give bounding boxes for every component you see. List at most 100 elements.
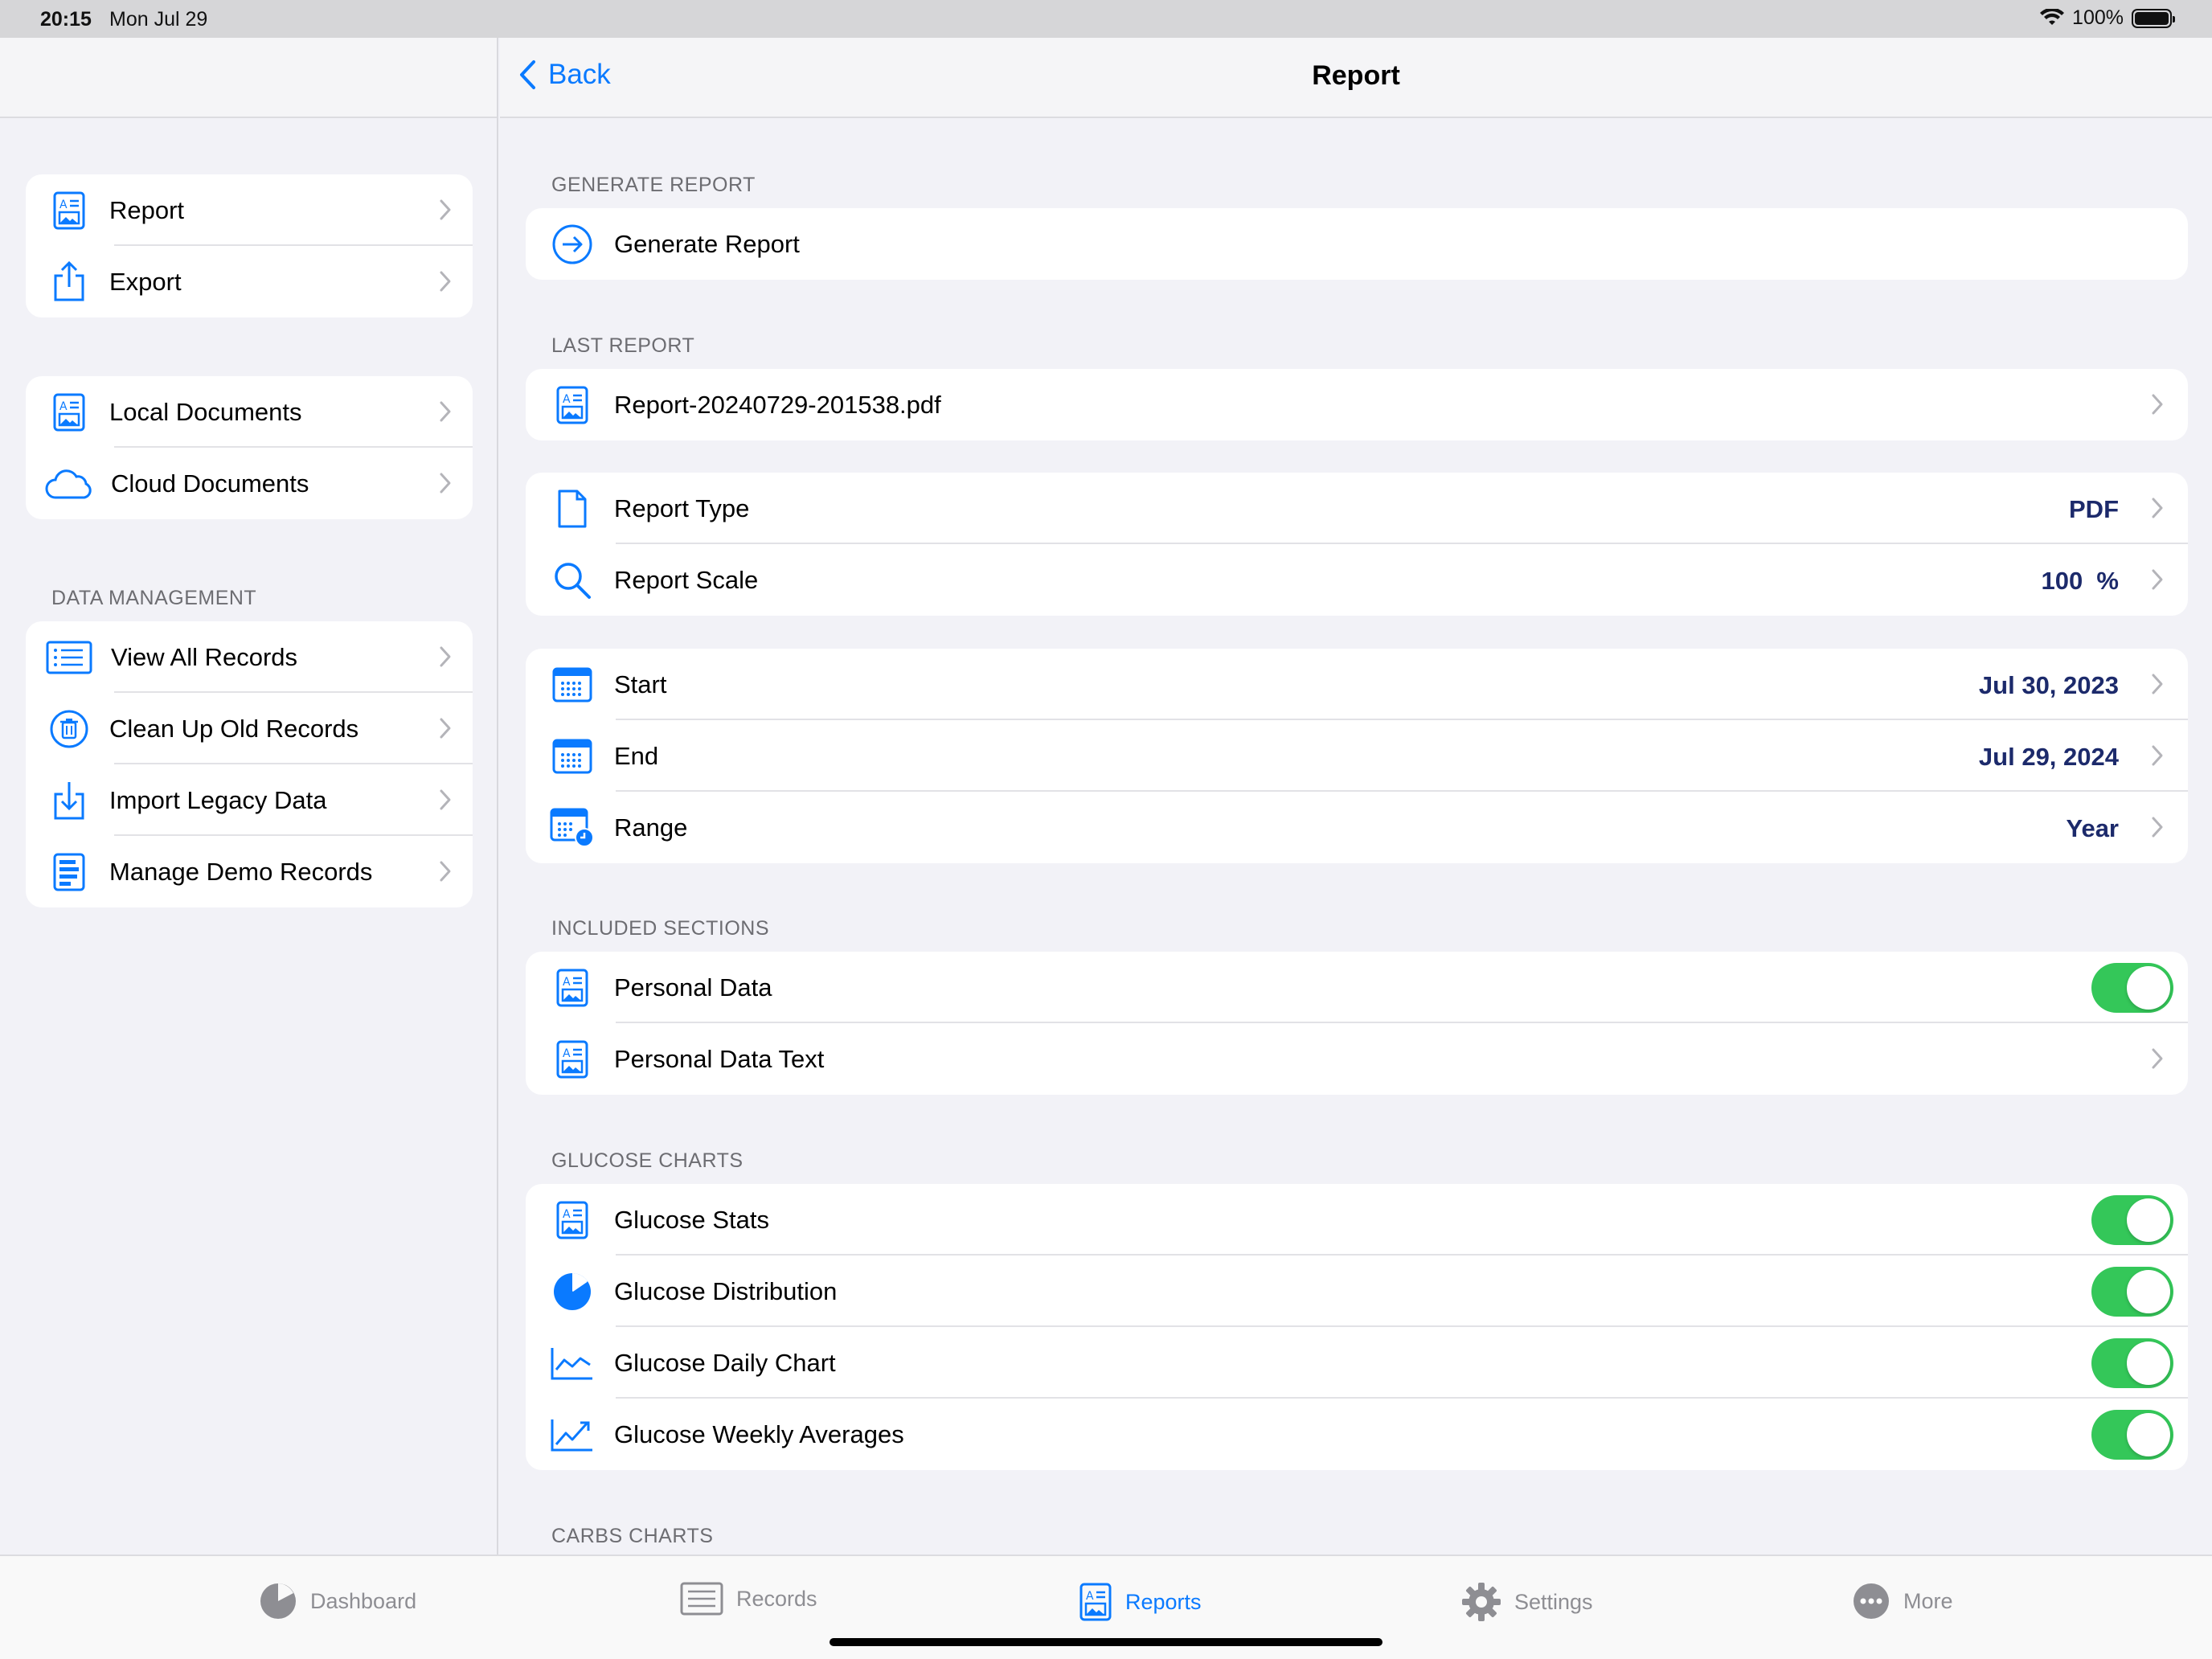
share-icon	[45, 258, 93, 306]
report-options-group: Report Type PDF Report Scale 100 %	[526, 473, 2188, 616]
chevron-right-icon	[2152, 745, 2163, 766]
chevron-right-icon	[2152, 569, 2163, 590]
tab-dashboard[interactable]: Dashboard	[259, 1582, 416, 1620]
last-report-file[interactable]: A Report-20240729-201538.pdf	[526, 369, 2188, 440]
report-doc-icon: A	[548, 381, 596, 429]
sidebar-item-manage-demo-records[interactable]: Manage Demo Records	[26, 836, 473, 907]
sidebar-item-import-legacy-data[interactable]: Import Legacy Data	[26, 764, 473, 836]
status-right: 100%	[2040, 6, 2175, 30]
sidebar-topbar	[0, 38, 497, 118]
report-type-value: PDF	[2069, 495, 2119, 523]
glucose-daily-toggle[interactable]	[2091, 1338, 2173, 1388]
pie-chart-icon	[548, 1268, 596, 1316]
arrow-right-circle-icon	[548, 220, 596, 268]
glucose-stats-label: Glucose Stats	[614, 1205, 769, 1234]
chevron-right-icon	[440, 789, 451, 810]
tab-records-label: Records	[736, 1586, 817, 1611]
start-date-row[interactable]: Start Jul 30, 2023	[526, 649, 2188, 720]
svg-text:A: A	[563, 1047, 571, 1060]
sidebar-item-label: Import Legacy Data	[109, 785, 327, 814]
status-bar: 20:15 Mon Jul 29 100%	[0, 0, 2212, 38]
glucose-weekly-toggle[interactable]	[2091, 1410, 2173, 1460]
personal-data-text-label: Personal Data Text	[614, 1044, 825, 1073]
personal-data-toggle[interactable]	[2091, 963, 2173, 1013]
status-date: Mon Jul 29	[109, 8, 208, 31]
tab-settings[interactable]: Settings	[1461, 1582, 1593, 1622]
date-range-group: Start Jul 30, 2023 End Jul 29, 2024 Rang…	[526, 649, 2188, 863]
tab-settings-label: Settings	[1514, 1589, 1593, 1614]
battery-icon	[2132, 8, 2175, 28]
svg-text:A: A	[1086, 1590, 1094, 1603]
range-row[interactable]: Range Year	[526, 792, 2188, 863]
chevron-right-icon	[2152, 1048, 2163, 1069]
glucose-distribution-row: Glucose Distribution	[526, 1256, 2188, 1327]
sidebar-item-label: Export	[109, 267, 182, 296]
list-icon	[43, 633, 95, 682]
ellipsis-circle-icon	[1854, 1583, 1889, 1619]
chevron-right-icon	[2152, 498, 2163, 518]
calendar-icon	[548, 661, 596, 709]
glucose-weekly-label: Glucose Weekly Averages	[614, 1419, 904, 1448]
end-date-row[interactable]: End Jul 29, 2024	[526, 720, 2188, 792]
personal-data-text-row[interactable]: A Personal Data Text	[526, 1023, 2188, 1095]
sidebar-group-documents: A Local Documents Cloud Documents	[26, 376, 473, 519]
chevron-right-icon	[440, 646, 451, 667]
calendar-icon	[548, 732, 596, 780]
sidebar-item-label: Local Documents	[109, 397, 302, 426]
personal-data-label: Personal Data	[614, 973, 772, 1002]
sidebar-item-view-all-records[interactable]: View All Records	[26, 621, 473, 693]
end-value: Jul 29, 2024	[1978, 743, 2119, 771]
sidebar-group-report: A Report Export	[26, 174, 473, 317]
report-type-row[interactable]: Report Type PDF	[526, 473, 2188, 544]
last-report-group: A Report-20240729-201538.pdf	[526, 369, 2188, 440]
page-title: Report	[1312, 60, 1400, 91]
doc-text-icon	[45, 848, 93, 896]
svg-text:A: A	[59, 199, 68, 211]
personal-data-row: A Personal Data	[526, 952, 2188, 1023]
section-title-carbs-charts: CARBS CHARTS	[551, 1525, 714, 1547]
glucose-daily-row: Glucose Daily Chart	[526, 1327, 2188, 1399]
calendar-clock-icon	[548, 804, 596, 852]
svg-text:A: A	[563, 1208, 571, 1221]
section-title-included-sections: INCLUDED SECTIONS	[551, 917, 770, 940]
chevron-right-icon	[2152, 394, 2163, 415]
sidebar-item-report[interactable]: A Report	[26, 174, 473, 246]
tab-more[interactable]: More	[1852, 1582, 1953, 1620]
range-label: Range	[614, 813, 688, 842]
chevron-right-icon	[440, 473, 451, 494]
sidebar-item-local-documents[interactable]: A Local Documents	[26, 376, 473, 448]
gear-icon	[1462, 1583, 1501, 1621]
download-tray-icon	[45, 776, 93, 825]
start-label: Start	[614, 670, 667, 698]
glucose-distribution-toggle[interactable]	[2091, 1267, 2173, 1317]
tab-reports[interactable]: A Reports	[1079, 1582, 1202, 1622]
tab-reports-label: Reports	[1125, 1589, 1202, 1614]
start-value: Jul 30, 2023	[1978, 671, 2119, 699]
sidebar-item-clean-up-old-records[interactable]: Clean Up Old Records	[26, 693, 473, 764]
doc-icon	[548, 485, 596, 533]
tab-dashboard-label: Dashboard	[310, 1588, 417, 1613]
glucose-stats-row: A Glucose Stats	[526, 1184, 2188, 1256]
generate-report-button[interactable]: Generate Report	[526, 208, 2188, 280]
report-scale-label: Report Scale	[614, 565, 759, 594]
generate-report-label: Generate Report	[614, 229, 800, 258]
report-doc-icon: A	[1079, 1583, 1112, 1621]
tab-records[interactable]: Records	[680, 1582, 817, 1616]
report-doc-icon: A	[548, 1035, 596, 1083]
sidebar-item-cloud-documents[interactable]: Cloud Documents	[26, 448, 473, 519]
report-doc-icon: A	[548, 1196, 596, 1244]
section-title-generate-report: GENERATE REPORT	[551, 174, 756, 196]
sidebar-item-export[interactable]: Export	[26, 246, 473, 317]
svg-text:A: A	[563, 393, 571, 406]
glucose-stats-toggle[interactable]	[2091, 1195, 2173, 1245]
chevron-right-icon	[2152, 817, 2163, 838]
cloud-icon	[43, 460, 95, 508]
chevron-right-icon	[440, 401, 451, 422]
glucose-daily-label: Glucose Daily Chart	[614, 1348, 836, 1377]
document-icon: A	[45, 388, 93, 436]
report-doc-icon: A	[548, 964, 596, 1012]
sidebar-item-label: Report	[109, 195, 185, 224]
section-title-glucose-charts: GLUCOSE CHARTS	[551, 1149, 743, 1172]
report-scale-value: 100 %	[2041, 567, 2119, 595]
report-scale-row[interactable]: Report Scale 100 %	[526, 544, 2188, 616]
